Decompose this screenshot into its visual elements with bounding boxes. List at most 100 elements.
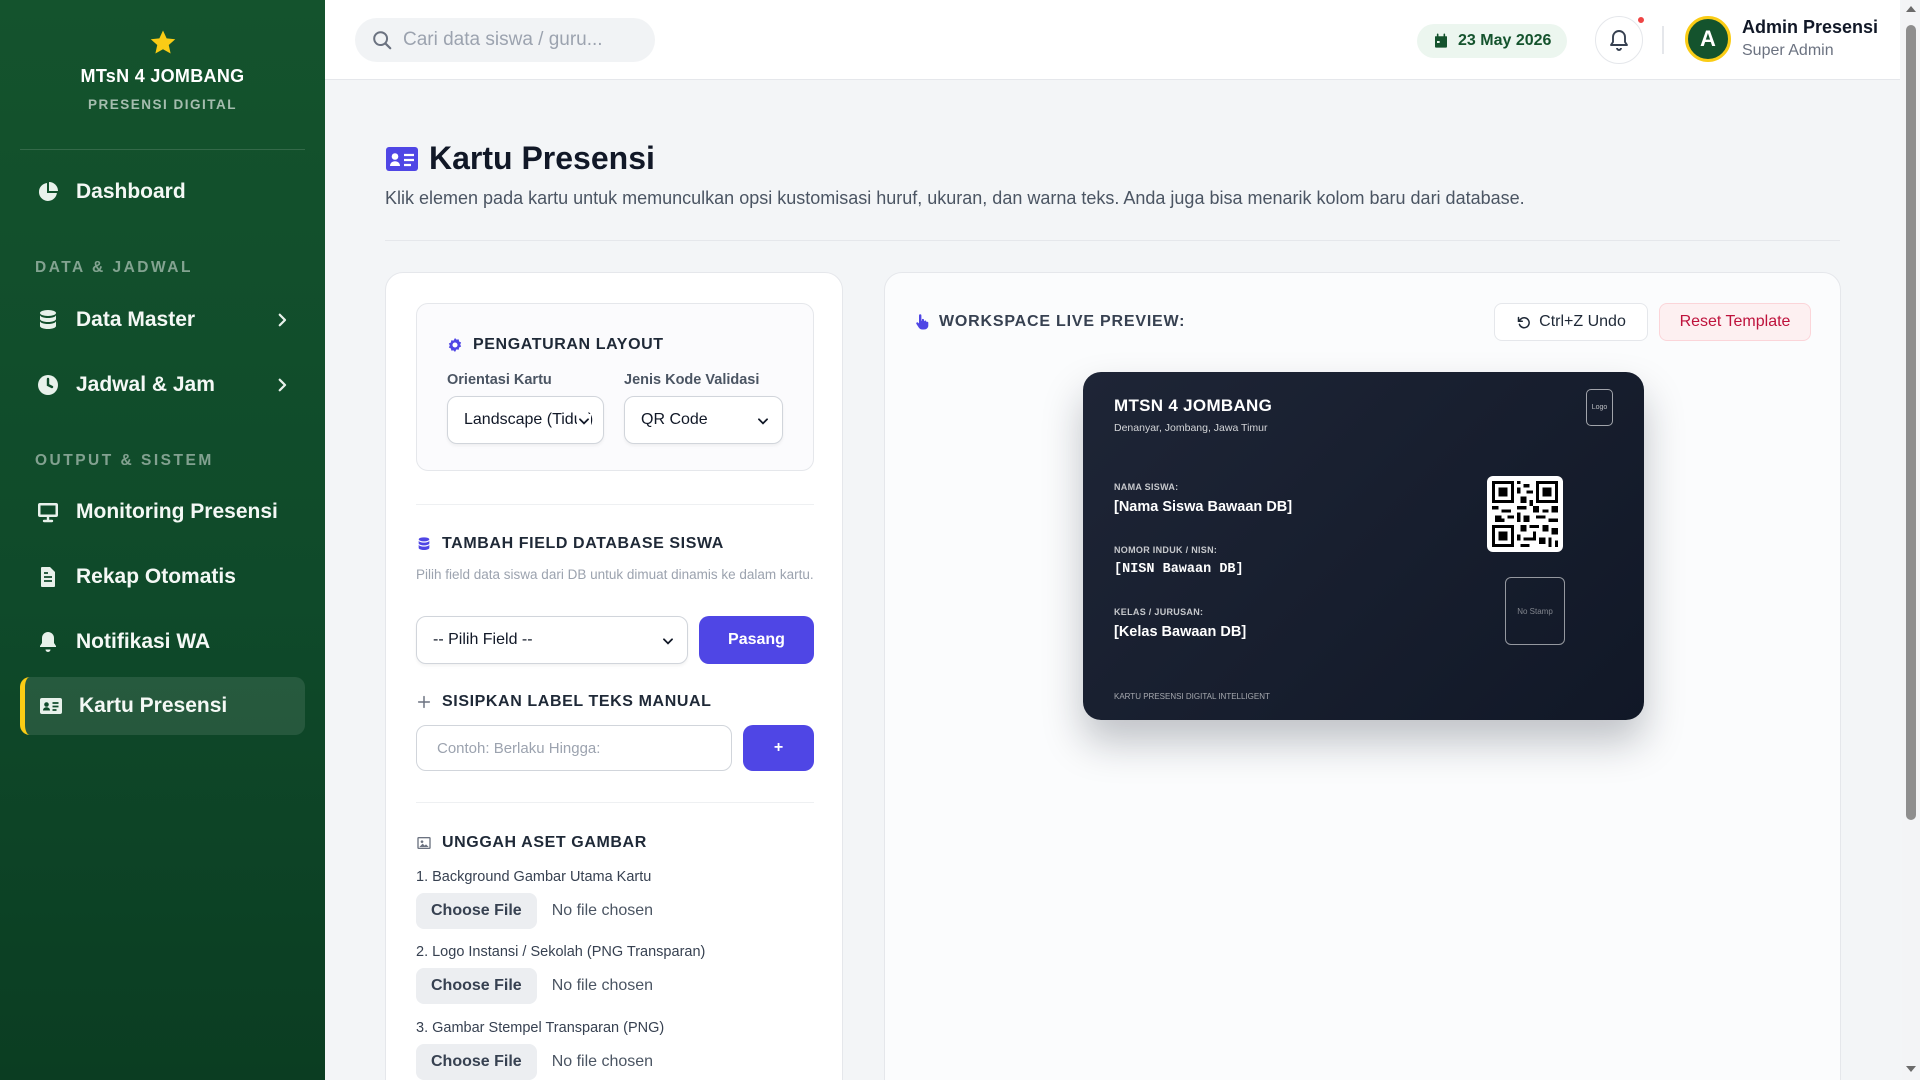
card-class-value[interactable]: [Kelas Bawaan DB]: [1114, 624, 1246, 640]
orientation-label: Orientasi Kartu: [447, 372, 552, 388]
orientation-select[interactable]: Landscape (Tidur): [447, 396, 604, 444]
card-preview[interactable]: MTSN 4 JOMBANG Denanyar, Jombang, Jawa T…: [1083, 372, 1644, 720]
topbar: 23 May 2026 A Admin Presensi Super Admin: [325, 0, 1900, 80]
sidebar-item-monitoring[interactable]: Monitoring Presensi: [20, 483, 305, 541]
asset-label-logo: 2. Logo Instansi / Sekolah (PNG Transpar…: [416, 944, 706, 960]
notification-dot: [1636, 15, 1646, 25]
pointer-hand-icon: [916, 314, 929, 330]
sidebar-item-label: Rekap Otomatis: [76, 565, 236, 588]
file-status: No file chosen: [551, 1053, 654, 1070]
reset-template-button[interactable]: Reset Template: [1659, 303, 1811, 341]
file-status: No file chosen: [551, 977, 654, 994]
qr-code-icon: [1492, 481, 1558, 547]
file-input-stamp[interactable]: Choose File No file chosen: [416, 1044, 653, 1080]
undo-icon: [1517, 316, 1530, 328]
code-type-select[interactable]: QR Code: [624, 396, 783, 444]
calendar-icon: [1435, 33, 1447, 48]
sidebar-item-dashboard[interactable]: Dashboard: [20, 163, 305, 221]
sidebar-item-label: Jadwal & Jam: [76, 373, 215, 396]
date-text: 23 May 2026: [1458, 32, 1552, 49]
sidebar-item-jadwal-jam[interactable]: Jadwal & Jam: [20, 356, 305, 414]
choose-file-button[interactable]: Choose File: [416, 893, 537, 929]
sidebar-item-kartu-presensi[interactable]: Kartu Presensi: [20, 677, 305, 735]
database-icon: [40, 310, 56, 329]
bell-icon: [1610, 30, 1628, 51]
chevron-right-icon: [278, 313, 287, 327]
app-subtitle: PRESENSI DIGITAL: [87, 97, 237, 112]
chevron-down-icon: [577, 414, 591, 428]
user-name: Admin Presensi: [1742, 17, 1879, 37]
page-title: Kartu Presensi: [385, 140, 655, 177]
undo-button[interactable]: Ctrl+Z Undo: [1494, 303, 1648, 341]
page-title-text: Kartu Presensi: [429, 140, 655, 176]
date-badge: 23 May 2026: [1417, 24, 1568, 58]
star-icon: [150, 30, 175, 54]
card-name-label[interactable]: NAMA SISWA:: [1114, 482, 1178, 492]
settings-panel: PENGATURAN LAYOUT Orientasi Kartu Jenis …: [385, 272, 843, 1080]
card-logo-placeholder[interactable]: Logo: [1586, 389, 1613, 426]
plus-icon: [417, 695, 431, 709]
clock-icon: [38, 375, 58, 395]
manual-label-heading: SISIPKAN LABEL TEKS MANUAL: [416, 693, 712, 711]
page-scrollbar[interactable]: [1902, 0, 1920, 1080]
file-status: No file chosen: [551, 902, 654, 919]
user-role: Super Admin: [1742, 42, 1834, 59]
pie-chart-icon: [38, 182, 58, 201]
gear-icon: [448, 338, 462, 352]
page-description: Klik elemen pada kartu untuk memunculkan…: [385, 188, 1525, 208]
database-icon: [418, 537, 430, 550]
card-school-name[interactable]: MTSN 4 JOMBANG: [1114, 396, 1272, 416]
sidebar-item-label: Data Master: [76, 308, 196, 331]
file-input-background[interactable]: Choose File No file chosen: [416, 893, 653, 929]
card-address[interactable]: Denanyar, Jombang, Jawa Timur: [1114, 422, 1268, 434]
workspace-panel: WORKSPACE LIVE PREVIEW: Ctrl+Z Undo Rese…: [884, 272, 1841, 1080]
card-stamp-placeholder[interactable]: No Stamp: [1505, 577, 1565, 645]
search-input[interactable]: [403, 29, 623, 51]
card-qr-code[interactable]: [1487, 476, 1563, 552]
school-name: MTsN 4 JOMBANG: [80, 66, 245, 86]
card-class-label[interactable]: KELAS / JURUSAN:: [1114, 607, 1203, 617]
pasang-button[interactable]: Pasang: [699, 616, 814, 664]
file-input-logo[interactable]: Choose File No file chosen: [416, 968, 653, 1004]
sidebar-item-data-master[interactable]: Data Master: [20, 291, 305, 349]
card-footer-text[interactable]: KARTU PRESENSI DIGITAL INTELLIGENT: [1114, 692, 1270, 701]
sidebar-item-label: Monitoring Presensi: [76, 500, 278, 523]
notification-button[interactable]: [1595, 15, 1646, 64]
sidebar-item-rekap[interactable]: Rekap Otomatis: [20, 548, 305, 606]
image-icon: [417, 837, 431, 849]
chevron-down-icon: [661, 634, 675, 648]
add-label-button[interactable]: +: [743, 725, 814, 771]
divider: [385, 240, 1840, 241]
scrollbar-thumb[interactable]: [1906, 25, 1916, 820]
chevron-down-icon: [756, 414, 770, 428]
code-type-label: Jenis Kode Validasi: [624, 372, 760, 388]
chevron-right-icon: [278, 378, 287, 392]
divider: [1662, 26, 1664, 54]
scroll-down-arrow[interactable]: [1906, 1066, 1916, 1072]
db-field-help: Pilih field data siswa dari DB untuk dim…: [416, 567, 814, 582]
db-field-select[interactable]: -- Pilih Field --: [416, 616, 688, 664]
asset-upload-heading: UNGGAH ASET GAMBAR: [416, 834, 647, 852]
choose-file-button[interactable]: Choose File: [416, 1044, 537, 1080]
divider: [416, 802, 814, 803]
choose-file-button[interactable]: Choose File: [416, 968, 537, 1004]
document-icon: [41, 567, 55, 587]
section-label-data-jadwal: DATA & JADWAL: [35, 259, 193, 276]
bell-icon: [40, 632, 56, 652]
manual-label-input[interactable]: Contoh: Berlaku Hingga:: [416, 725, 732, 771]
layout-settings-heading: PENGATURAN LAYOUT: [447, 336, 664, 354]
id-card-icon: [40, 698, 62, 714]
sidebar-item-notifikasi[interactable]: Notifikasi WA: [20, 613, 305, 671]
search-icon: [373, 31, 392, 50]
db-field-heading: TAMBAH FIELD DATABASE SISWA: [416, 535, 724, 553]
avatar[interactable]: A: [1685, 16, 1731, 62]
search-bar[interactable]: [355, 18, 655, 62]
card-name-value[interactable]: [Nama Siswa Bawaan DB]: [1114, 499, 1292, 515]
workspace-label: WORKSPACE LIVE PREVIEW:: [915, 313, 1185, 331]
sidebar-item-label: Dashboard: [76, 180, 186, 203]
card-nisn-label[interactable]: NOMOR INDUK / NISN:: [1114, 545, 1217, 555]
scroll-up-arrow[interactable]: [1906, 6, 1916, 12]
card-nisn-value[interactable]: [NISN Bawaan DB]: [1114, 562, 1244, 577]
layout-settings-box: PENGATURAN LAYOUT Orientasi Kartu Jenis …: [416, 303, 814, 471]
sidebar-item-label: Kartu Presensi: [79, 694, 228, 717]
